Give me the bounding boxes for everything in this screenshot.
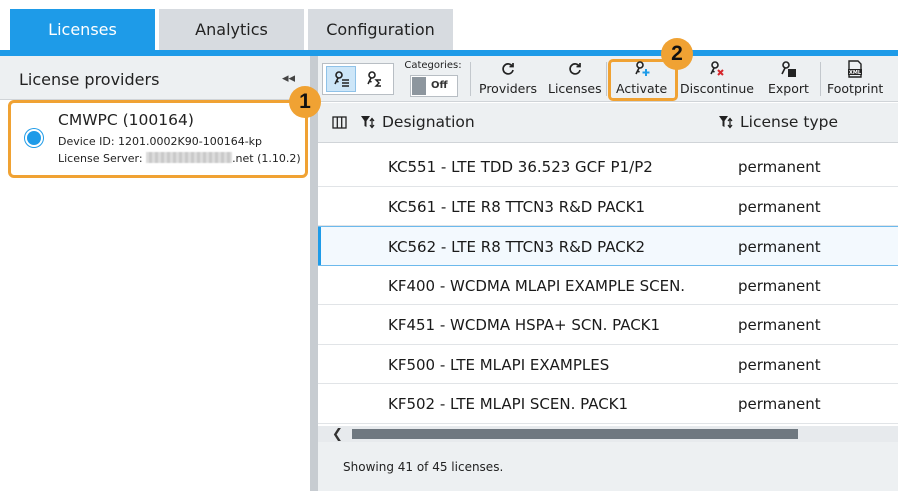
column-header-designation[interactable]: Designation <box>360 113 475 131</box>
provider-license-server: License Server: .net (1.10.2) <box>58 152 301 165</box>
column-header-license-type[interactable]: License type <box>718 113 838 131</box>
cell-license-type: permanent <box>738 197 821 216</box>
provider-radio[interactable] <box>27 131 41 145</box>
callout-badge-1: 1 <box>289 86 321 118</box>
main-tabs: Licenses Analytics Configuration <box>10 9 453 50</box>
toolbar-separator <box>606 62 607 96</box>
table-header: Designation License type <box>318 103 898 143</box>
view-mode-group <box>322 63 394 95</box>
categories-toggle-state: Off <box>431 80 448 91</box>
cell-license-type: permanent <box>738 316 821 334</box>
designation-header-label: Designation <box>382 113 475 131</box>
licenses-toolbar: Categories: Off Providers Licenses Activ… <box>318 56 898 102</box>
categories-toggle[interactable]: Off <box>410 75 458 97</box>
key-export-icon <box>781 61 797 77</box>
provider-device-id: Device ID: 1201.0002K90-100164-kp <box>58 135 263 148</box>
redacted-hostname <box>146 152 233 163</box>
provider-name: CMWPC (100164) <box>58 111 194 129</box>
cell-designation: KC561 - LTE R8 TTCN3 R&D PACK1 <box>388 197 646 216</box>
licenses-panel: Categories: Off Providers Licenses Activ… <box>318 56 898 491</box>
cell-license-type: permanent <box>738 395 821 413</box>
table-row[interactable]: KF502 - LTE MLAPI SCEN. PACK1 permanent <box>318 384 898 424</box>
categories-control: Categories: Off <box>402 60 464 100</box>
status-bar: Showing 41 of 45 licenses. <box>318 442 898 491</box>
refresh-icon <box>502 63 514 75</box>
tab-licenses[interactable]: Licenses <box>10 9 155 50</box>
providers-title: License providers <box>19 70 160 89</box>
licenses-label: Licenses <box>548 81 602 96</box>
providers-header: License providers ◂◂ <box>0 56 310 100</box>
cell-license-type: permanent <box>738 238 821 256</box>
filter-sort-icon[interactable] <box>718 114 734 130</box>
categories-label: Categories: <box>404 60 462 71</box>
refresh-licenses-button[interactable]: Licenses <box>548 58 602 102</box>
table-row[interactable]: KC551 - LTE TDD 36.523 GCF P1/P2 permanen… <box>318 147 898 187</box>
key-remove-icon <box>710 61 724 76</box>
activate-label: Activate <box>616 81 668 96</box>
footprint-label: Footprint <box>827 81 884 96</box>
cell-designation: KF500 - LTE MLAPI EXAMPLES <box>388 355 610 374</box>
activate-button[interactable]: Activate <box>616 58 667 102</box>
xml-file-icon: XML <box>848 60 863 78</box>
discontinue-label: Discontinue <box>680 81 754 96</box>
cell-license-type: permanent <box>738 355 821 374</box>
table-row[interactable]: KF451 - WCDMA HSPA+ SCN. PACK1 permanent <box>318 305 898 345</box>
table-row[interactable]: KC561 - LTE R8 TTCN3 R&D PACK1 permanent <box>318 186 898 226</box>
provider-item[interactable]: CMWPC (100164) Device ID: 1201.0002K90-1… <box>8 100 308 178</box>
horizontal-scrollbar[interactable]: ❮ <box>318 426 898 442</box>
export-button[interactable]: Export <box>768 58 809 102</box>
table-row[interactable]: KF400 - WCDMA MLAPI EXAMPLE SCEN. permane… <box>318 265 898 305</box>
refresh-icon <box>569 63 581 75</box>
callout-badge-2: 2 <box>661 38 693 70</box>
footprint-button[interactable]: XML Footprint <box>827 58 883 102</box>
cell-designation: KF451 - WCDMA HSPA+ SCN. PACK1 <box>388 316 661 334</box>
cell-designation: KF400 - WCDMA MLAPI EXAMPLE SCEN. <box>388 276 686 295</box>
panel-splitter[interactable] <box>310 56 318 491</box>
cell-designation: KC551 - LTE TDD 36.523 GCF P1/P2 <box>388 158 653 176</box>
cell-designation: KC562 - LTE R8 TTCN3 R&D PACK2 <box>388 238 646 256</box>
scrollbar-thumb[interactable] <box>352 429 798 439</box>
key-sum-icon <box>367 71 381 87</box>
cell-designation: KF502 - LTE MLAPI SCEN. PACK1 <box>388 395 629 413</box>
providers-label: Providers <box>479 81 537 96</box>
export-label: Export <box>768 81 809 96</box>
refresh-providers-button[interactable]: Providers <box>479 58 537 102</box>
toggle-knob <box>412 77 426 95</box>
columns-icon[interactable] <box>332 116 347 129</box>
key-list-icon <box>334 71 349 87</box>
toolbar-separator <box>820 62 821 96</box>
filter-sort-icon[interactable] <box>360 114 376 130</box>
discontinue-button[interactable]: Discontinue <box>680 58 754 102</box>
sum-view-button[interactable] <box>359 66 389 92</box>
license-server-suffix: .net (1.10.2) <box>232 152 301 165</box>
key-add-icon <box>634 61 650 76</box>
cell-license-type: permanent <box>738 158 821 176</box>
xml-tag: XML <box>849 70 862 76</box>
table-row[interactable]: KF500 - LTE MLAPI EXAMPLES permanent <box>318 344 898 384</box>
tab-analytics[interactable]: Analytics <box>159 9 304 50</box>
license-providers-panel: License providers ◂◂ CMWPC (100164) Devi… <box>0 56 310 491</box>
cell-license-type: permanent <box>738 276 821 295</box>
toolbar-separator <box>470 62 471 96</box>
license-type-header-label: License type <box>740 113 838 131</box>
list-view-button[interactable] <box>326 66 356 92</box>
scroll-left-icon[interactable]: ❮ <box>332 427 343 442</box>
status-text: Showing 41 of 45 licenses. <box>343 460 504 474</box>
license-server-label: License Server: <box>58 152 143 165</box>
tab-configuration[interactable]: Configuration <box>308 9 453 50</box>
collapse-panel-icon[interactable]: ◂◂ <box>282 71 295 86</box>
licenses-table-body: KC551 - LTE TDD 36.523 GCF P1/P2 permanen… <box>318 147 898 424</box>
table-row-selected[interactable]: KC562 - LTE R8 TTCN3 R&D PACK2 permanent <box>318 226 898 266</box>
